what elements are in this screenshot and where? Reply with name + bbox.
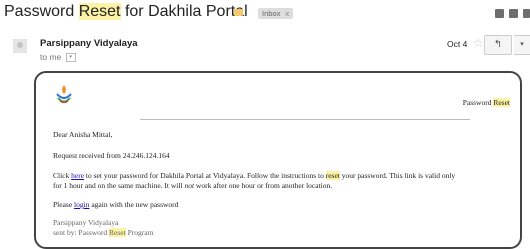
sent-by-highlight: Reset — [109, 228, 126, 237]
new-window-icon[interactable] — [509, 9, 518, 18]
email-subject: Password Reset for Dakhila Portal — [4, 3, 248, 21]
login-text-1: Please — [53, 200, 75, 209]
inbox-label-text: Inbox — [262, 9, 281, 18]
instructions-text-1: Click — [53, 171, 72, 180]
signature-org: Parsippany Vidyalaya — [53, 218, 119, 227]
toolbar-overflow-icon[interactable] — [523, 9, 530, 18]
vidyalaya-logo-icon — [56, 85, 72, 104]
recipient-dropdown-icon[interactable]: ▾ — [65, 53, 76, 63]
subject-row: Password Reset for Dakhila Portal Inbox x — [0, 0, 530, 26]
sent-by-text-2: Program — [125, 228, 154, 237]
instructions-text-3: your password. This link is valid only — [339, 171, 456, 180]
email-card-title: Password Reset — [463, 98, 510, 107]
subject-text-start: Password — [4, 3, 79, 20]
instructions-text-5: work after one hour or from another loca… — [194, 181, 333, 190]
star-icon[interactable]: ☆ — [473, 36, 484, 50]
important-label-icon[interactable] — [234, 9, 243, 16]
header-divider — [140, 119, 470, 120]
login-link[interactable]: login — [74, 200, 89, 209]
instructions-highlight: reset — [325, 171, 340, 180]
sender-name[interactable]: Parsippany Vidyalaya — [40, 38, 138, 49]
card-title-text: Password — [462, 98, 494, 107]
email-body-card: Password Reset Dear Anisha Mittal, Reque… — [34, 71, 522, 249]
instructions-text-2: to set your password for Dakhila Portal … — [84, 171, 326, 180]
greeting: Dear Anisha Mittal, — [53, 130, 113, 139]
login-line: Please login again with the new password — [53, 200, 178, 209]
instructions-text-4: for 1 hour and on the same machine. It w… — [53, 181, 185, 190]
reply-button[interactable]: ↰ — [484, 35, 512, 55]
sender-row: Parsippany Vidyalaya to me ▾ Oct 4 ☆ ↰ ▾ — [0, 34, 530, 64]
instructions-emphasis: not — [184, 181, 195, 190]
recipient-text: to me — [40, 52, 62, 62]
inbox-label-chip[interactable]: Inbox x — [258, 8, 294, 19]
card-title-highlight: Reset — [493, 98, 510, 107]
signature-sent-by: sent by: Password Reset Program — [53, 228, 153, 237]
email-date: Oct 4 — [447, 39, 468, 49]
remove-label-icon[interactable]: x — [285, 9, 289, 18]
sender-avatar — [13, 39, 27, 53]
print-icon[interactable] — [495, 9, 504, 18]
login-text-2: again with the new password — [89, 200, 179, 209]
subject-text-end: for Dakhila Portal — [120, 3, 248, 20]
instructions-line-2: for 1 hour and on the same machine. It w… — [53, 181, 332, 190]
subject-highlight: Reset — [78, 3, 121, 20]
more-actions-button[interactable]: ▾ — [514, 35, 530, 55]
request-info: Request received from 24.246.124.164 — [53, 151, 170, 160]
reset-link[interactable]: here — [71, 171, 84, 180]
recipient-line[interactable]: to me ▾ — [40, 52, 76, 63]
instructions-line-1: Click here to set your password for Dakh… — [53, 171, 455, 180]
sent-by-text-1: sent by: Password — [53, 228, 110, 237]
